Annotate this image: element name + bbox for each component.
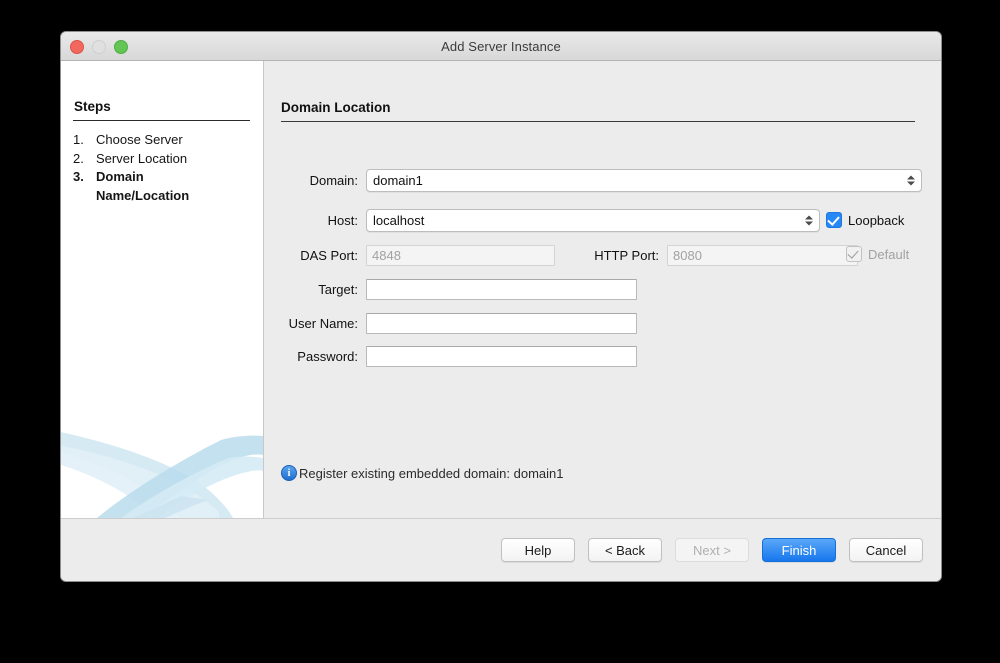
add-server-instance-dialog: Add Server Instance Steps 1. Choose Serv…: [60, 31, 942, 582]
domain-label: Domain:: [264, 173, 366, 188]
step-label: Domain Name/Location: [96, 168, 253, 205]
domain-value: domain1: [367, 173, 423, 188]
section-title: Domain Location: [281, 100, 391, 115]
maximize-button[interactable]: [114, 40, 128, 54]
section-divider: [281, 121, 915, 122]
password-label: Password:: [264, 349, 366, 364]
step-label: Server Location: [96, 150, 253, 169]
content-panel: Domain Location Domain: domain1 Host:: [264, 61, 941, 518]
host-value: localhost: [367, 213, 424, 228]
cancel-button[interactable]: Cancel: [849, 538, 923, 562]
steps-list: 1. Choose Server 2. Server Location 3. D…: [73, 131, 253, 205]
user-name-input[interactable]: [366, 313, 637, 334]
window-title: Add Server Instance: [61, 39, 941, 54]
das-port-label: DAS Port:: [264, 248, 366, 263]
target-row: Target:: [264, 278, 924, 300]
das-port-input[interactable]: 4848: [366, 245, 555, 266]
close-button[interactable]: [70, 40, 84, 54]
password-row: Password:: [264, 345, 924, 367]
back-button[interactable]: < Back: [588, 538, 662, 562]
step-item-1: 1. Choose Server: [73, 131, 253, 150]
default-label: Default: [868, 247, 909, 262]
step-number: 1.: [73, 131, 96, 150]
target-label: Target:: [264, 282, 366, 297]
steps-divider: [73, 120, 250, 121]
window-controls: [70, 40, 128, 54]
checkbox-box: [846, 246, 862, 262]
info-icon: i: [281, 465, 297, 481]
step-label-line2: Name/Location: [96, 188, 189, 203]
step-item-2: 2. Server Location: [73, 150, 253, 169]
next-button: Next >: [675, 538, 749, 562]
target-input[interactable]: [366, 279, 637, 300]
chevron-updown-icon[interactable]: [802, 212, 815, 229]
step-number: 2.: [73, 150, 96, 169]
steps-panel: Steps 1. Choose Server 2. Server Locatio…: [61, 61, 264, 518]
loopback-checkbox[interactable]: Loopback: [826, 212, 904, 228]
domain-row: Domain: domain1: [264, 169, 924, 191]
loopback-label: Loopback: [848, 213, 904, 228]
step-label: Choose Server: [96, 131, 253, 150]
steps-heading: Steps: [74, 99, 111, 114]
http-port-input[interactable]: 8080: [667, 245, 858, 266]
password-input[interactable]: [366, 346, 637, 367]
finish-button[interactable]: Finish: [762, 538, 836, 562]
host-label: Host:: [264, 213, 366, 228]
checkbox-box[interactable]: [826, 212, 842, 228]
http-port-label: HTTP Port:: [555, 248, 667, 263]
minimize-button[interactable]: [92, 40, 106, 54]
das-port-row: DAS Port: 4848 HTTP Port: 8080: [264, 244, 924, 266]
dialog-footer: Help < Back Next > Finish Cancel: [61, 518, 941, 581]
dialog-body: Steps 1. Choose Server 2. Server Locatio…: [61, 61, 941, 518]
host-combo[interactable]: localhost: [366, 209, 820, 232]
user-name-label: User Name:: [264, 316, 366, 331]
step-item-3: 3. Domain Name/Location: [73, 168, 253, 205]
chevron-updown-icon[interactable]: [904, 172, 917, 189]
default-checkbox: Default: [846, 246, 909, 262]
domain-combo[interactable]: domain1: [366, 169, 922, 192]
info-message-text: Register existing embedded domain: domai…: [299, 466, 564, 481]
help-button[interactable]: Help: [501, 538, 575, 562]
user-name-row: User Name:: [264, 312, 924, 334]
step-number: 3.: [73, 168, 96, 187]
host-row: Host: localhost: [264, 209, 924, 231]
window-titlebar: Add Server Instance: [61, 32, 941, 61]
step-label-line1: Domain: [96, 169, 144, 184]
swoosh-watermark: [61, 388, 263, 518]
info-message: i Register existing embedded domain: dom…: [281, 465, 564, 481]
